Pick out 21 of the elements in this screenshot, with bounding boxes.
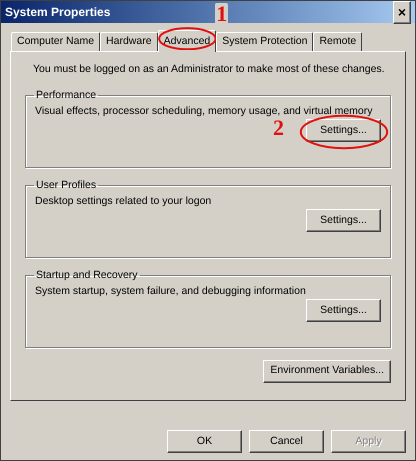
environment-variables-button[interactable]: Environment Variables... [263,360,391,383]
tab[interactable]: System Protection [216,32,314,51]
group-title: Performance [35,88,98,103]
settings-button[interactable]: Settings... [306,299,381,322]
close-button[interactable]: × [393,0,411,24]
group-title: Startup and Recovery [35,268,139,283]
tab[interactable]: Remote [313,32,362,51]
annotation-ellipse [158,27,216,50]
group-title: User Profiles [35,178,98,193]
group-description: System startup, system failure, and debugging information [35,284,307,298]
group-description: Visual effects, processor scheduling, memory usage, and virtual memory [35,104,374,118]
dialog-button[interactable]: OK [167,430,242,453]
settings-button[interactable]: Settings... [306,209,381,232]
settings-button[interactable]: Settings... [306,119,381,142]
dialog-button[interactable]: Cancel [249,430,324,453]
tab[interactable]: Hardware [100,32,158,51]
notice-text: You must be logged on as an Administrator to make most of these changes. [33,62,386,77]
step-number: 1 [215,3,228,25]
tab[interactable]: Computer Name [11,32,100,51]
group-description: Desktop settings related to your logon [35,194,212,208]
window-title: System Properties [5,4,110,21]
